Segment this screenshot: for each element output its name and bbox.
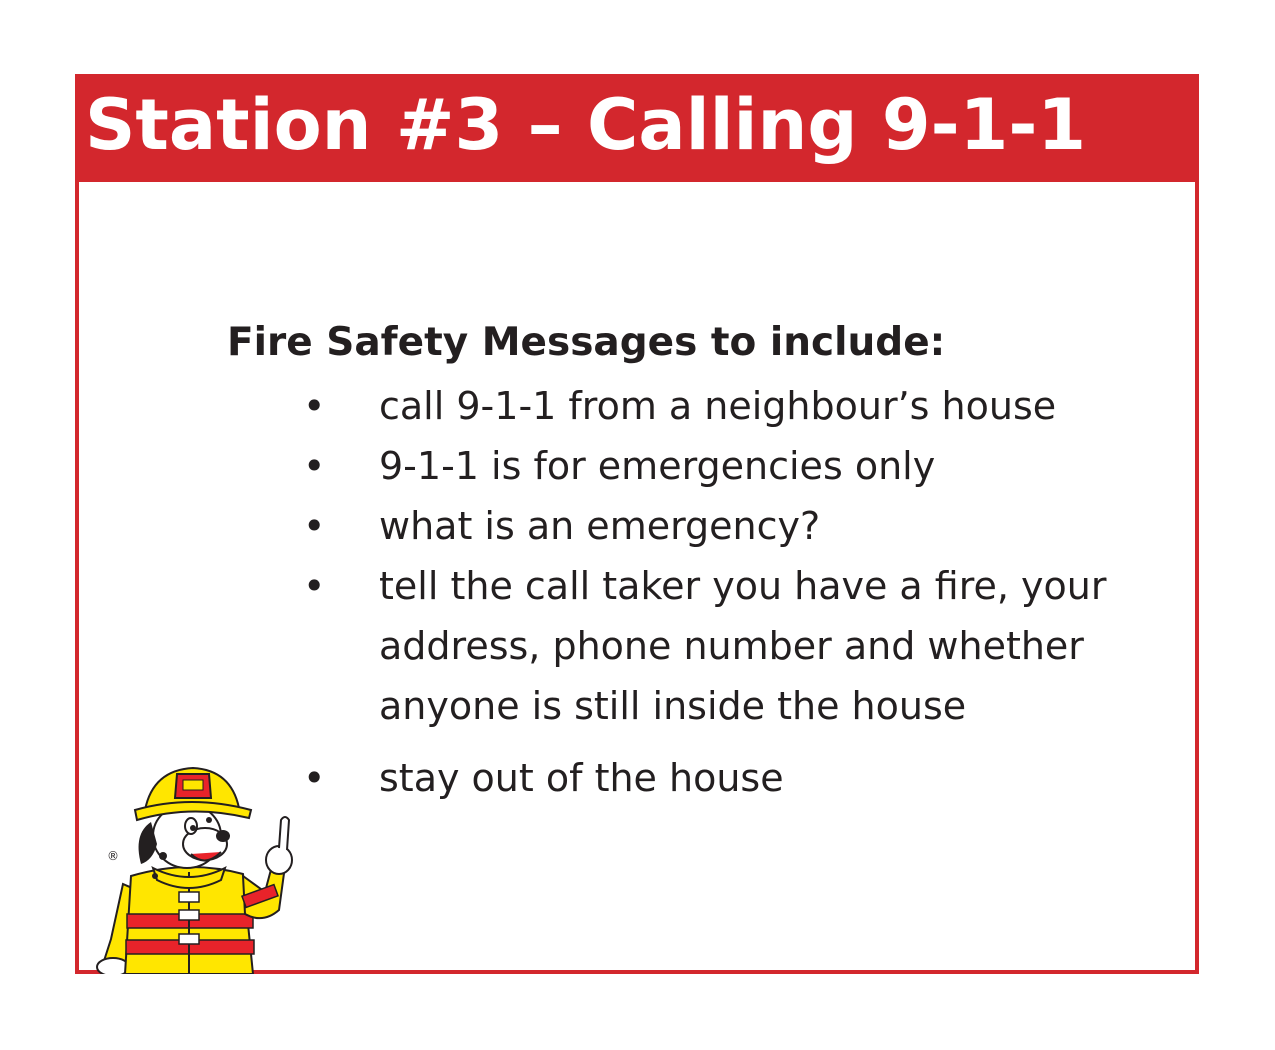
messages-list: • call 9-1-1 from a neighbour’s house • … [227, 376, 1167, 808]
list-item-text: tell the call taker you have a fire, you… [379, 564, 1107, 728]
station-card: Station #3 – Calling 9-1-1 Fire Safety M… [75, 74, 1199, 974]
bullet-icon: • [303, 504, 326, 548]
registered-mark: ® [107, 849, 119, 863]
list-item: • 9-1-1 is for emergencies only [227, 436, 1159, 496]
list-item: • stay out of the house [227, 748, 1159, 808]
bullet-icon: • [303, 384, 326, 428]
list-item-text: 9-1-1 is for emergencies only [379, 444, 936, 488]
messages-heading: Fire Safety Messages to include: [227, 320, 946, 365]
messages-section: Fire Safety Messages to include: • call … [227, 316, 1167, 808]
bullet-icon: • [303, 564, 326, 608]
firefighter-dog-mascot-icon: ® [93, 764, 293, 974]
list-item-text: stay out of the house [379, 756, 784, 800]
title-bar: Station #3 – Calling 9-1-1 [79, 78, 1195, 182]
list-item-text: what is an emergency? [379, 504, 821, 548]
list-item: • tell the call taker you have a fire, y… [227, 556, 1159, 736]
bullet-icon: • [303, 444, 326, 488]
list-item: • call 9-1-1 from a neighbour’s house [227, 376, 1159, 436]
list-item: • what is an emergency? [227, 496, 1159, 556]
list-item-text: call 9-1-1 from a neighbour’s house [379, 384, 1057, 428]
page-title: Station #3 – Calling 9-1-1 [85, 84, 1087, 166]
bullet-icon: • [303, 756, 326, 800]
